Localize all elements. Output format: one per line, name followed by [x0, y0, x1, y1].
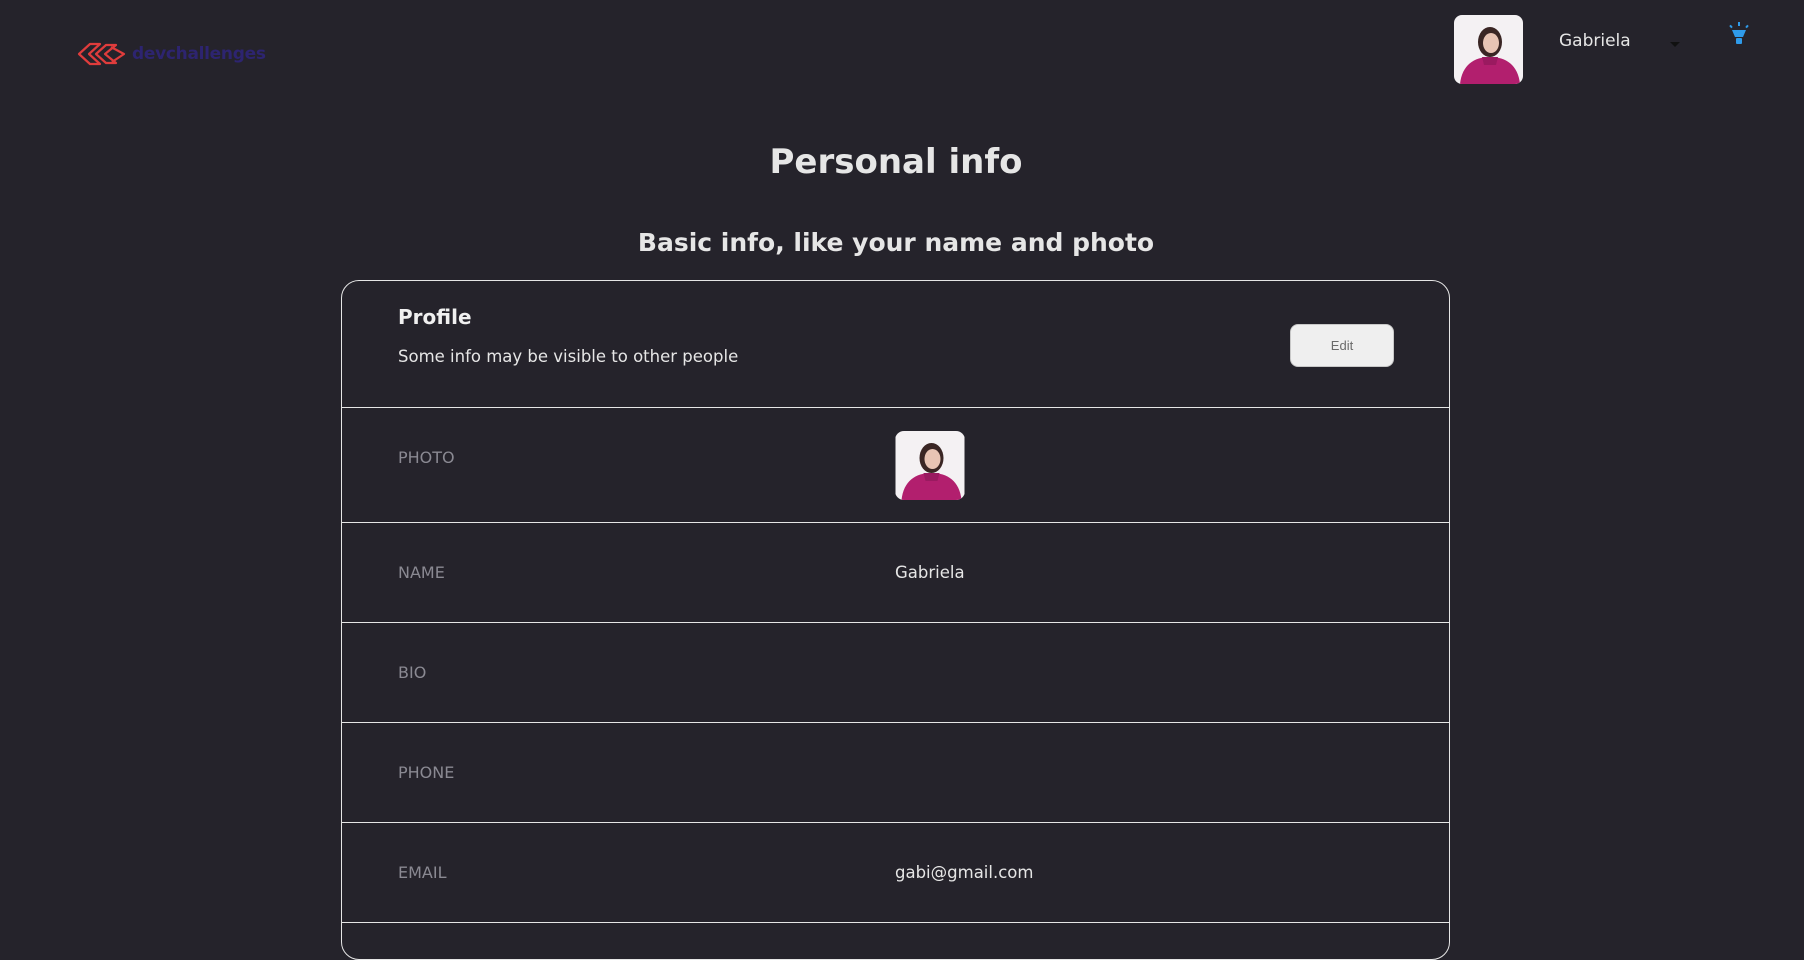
- devchallenges-logo-icon: [77, 42, 126, 66]
- page-title: Personal info: [769, 142, 1023, 182]
- photo-row: PHOTO: [342, 408, 1449, 523]
- page-subtitle: Basic info, like your name and photo: [637, 228, 1155, 257]
- avatar[interactable]: [1454, 15, 1523, 84]
- photo-label: PHOTO: [398, 448, 455, 467]
- edit-button[interactable]: Edit: [1290, 324, 1394, 367]
- name-row: NAME Gabriela: [342, 523, 1449, 623]
- user-photo-icon: [895, 431, 965, 500]
- user-name[interactable]: Gabriela: [1559, 31, 1631, 51]
- bio-label: BIO: [398, 663, 427, 682]
- logo-text: devchallenges: [132, 44, 266, 64]
- profile-photo: [895, 431, 965, 500]
- user-photo-icon: [1454, 15, 1523, 84]
- profile-title: Profile: [398, 305, 472, 329]
- lightbulb-icon[interactable]: [1728, 22, 1750, 46]
- name-value: Gabriela: [895, 563, 965, 582]
- email-row: EMAIL gabi@gmail.com: [342, 823, 1449, 923]
- profile-card: Profile Some info may be visible to othe…: [341, 280, 1450, 960]
- phone-label: PHONE: [398, 763, 455, 782]
- email-label: EMAIL: [398, 863, 447, 882]
- email-value: gabi@gmail.com: [895, 863, 1034, 882]
- profile-description: Some info may be visible to other people: [398, 347, 739, 366]
- bio-row: BIO: [342, 623, 1449, 723]
- brand-logo[interactable]: devchallenges: [76, 40, 266, 68]
- top-header: devchallenges Gabriela: [0, 0, 1804, 100]
- caret-down-icon[interactable]: [1670, 42, 1680, 47]
- name-label: NAME: [398, 563, 445, 582]
- phone-row: PHONE: [342, 723, 1449, 823]
- profile-card-header: Profile Some info may be visible to othe…: [342, 281, 1449, 408]
